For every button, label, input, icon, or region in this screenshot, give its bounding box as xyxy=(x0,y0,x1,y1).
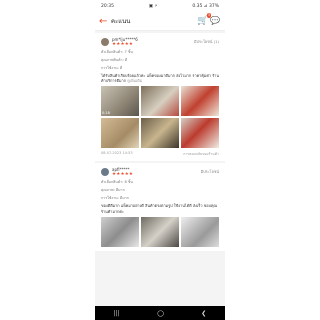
review-photo[interactable] xyxy=(101,118,139,149)
avatar xyxy=(101,168,109,177)
review-usage: การใช้งาน: ดีมาก xyxy=(101,196,129,201)
nav-back-icon[interactable]: ❮ xyxy=(201,310,206,317)
see-more-link[interactable]: ดูเพิ่มเติม xyxy=(127,78,142,83)
recent-apps-icon[interactable]: ||| xyxy=(114,310,120,317)
shop-reply-link[interactable]: การตอบกลับของร้านค้า xyxy=(183,151,219,157)
review-quality: คุณภาพสินค้า: ดี xyxy=(101,58,128,62)
rating-stars: ★★★★★ xyxy=(112,172,134,178)
status-time: 20:35 xyxy=(101,3,114,9)
page-title: คะแนน xyxy=(111,18,131,25)
review-date: 08-07-2023 14:53 xyxy=(101,151,133,156)
review-usage: การใช้งาน: ดี xyxy=(101,66,123,70)
cart-icon[interactable]: 🛒 3 xyxy=(197,13,211,27)
status-icons: ▣ ⚡ xyxy=(148,3,158,9)
review-photo[interactable] xyxy=(181,216,219,247)
avatar xyxy=(101,38,109,46)
helpful-button[interactable]: มีประโยชน์ (1) xyxy=(194,39,219,45)
review-text: ของดีดีมาก แพ็คมาอย่างดี สินค้าตรงตามรูป… xyxy=(101,203,218,214)
review-quality: คุณภาพ: ดีมาก xyxy=(101,188,125,193)
review-text: ได้รับสินค้าเรียบร้อยแล้วค่ะ แพ็คของมาดี… xyxy=(101,73,219,84)
review-photo[interactable] xyxy=(181,86,219,117)
home-icon[interactable]: ◯ xyxy=(157,310,164,317)
review-photo[interactable] xyxy=(141,216,179,247)
top-bar: ← คะแนน 🛒 3 💬 xyxy=(95,12,225,31)
review-media-grid xyxy=(101,216,219,247)
back-arrow-icon[interactable]: ← xyxy=(99,16,111,27)
review-card: apfi***** ★★★★★ มีประโยชน์ ตัวเลือกสินค้… xyxy=(95,163,225,251)
review-photo[interactable] xyxy=(181,118,219,149)
review-variation: ตัวเลือกสินค้า: 8 ชิ้น xyxy=(101,180,133,185)
status-right: 0.35 ⊿ 37% xyxy=(192,3,219,9)
review-media-grid: 0:18 xyxy=(101,86,219,149)
cart-badge: 3 xyxy=(206,13,211,18)
review-photo[interactable] xyxy=(101,216,139,247)
review-variation: ตัวเลือกสินค้า: 7 ชิ้น xyxy=(101,50,133,54)
helpful-button[interactable]: มีประโยชน์ xyxy=(201,169,219,175)
status-bar: 20:35 ▣ ⚡ 0.35 ⊿ 37% xyxy=(95,0,225,12)
review-photo[interactable] xyxy=(141,86,179,117)
review-photo[interactable] xyxy=(141,118,179,149)
rating-stars: ★★★★★ xyxy=(112,42,134,47)
review-video[interactable]: 0:18 xyxy=(101,86,139,117)
phone-screen: 20:35 ▣ ⚡ 0.35 ⊿ 37% ← คะแนน 🛒 3 💬 pm*lju… xyxy=(95,0,225,320)
android-nav-bar: ||| ◯ ❮ xyxy=(95,306,225,320)
video-duration: 0:18 xyxy=(102,111,110,116)
review-card: pm*lju*****6 ★★★★★ มีประโยชน์ (1) ตัวเลื… xyxy=(95,33,225,162)
